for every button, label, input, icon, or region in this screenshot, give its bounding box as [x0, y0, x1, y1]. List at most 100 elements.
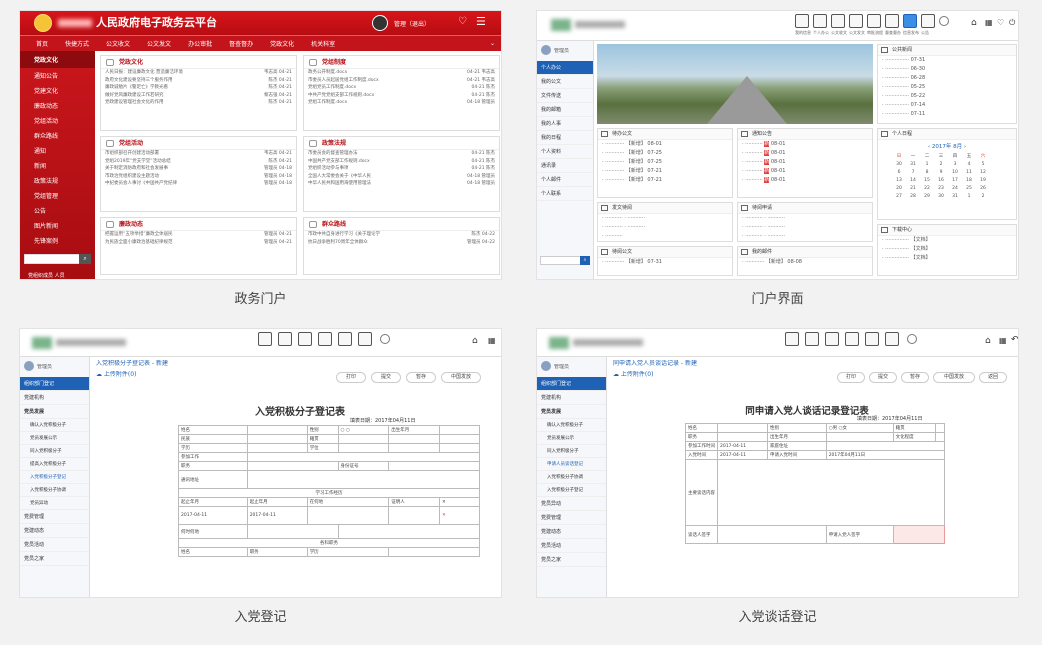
- sidebar-subitem[interactable]: 党员发展公示: [537, 432, 606, 445]
- add-icon[interactable]: [939, 16, 949, 26]
- sidebar-item[interactable]: 我的邮箱: [537, 103, 593, 117]
- date-input[interactable]: [388, 547, 480, 557]
- degree-input[interactable]: [337, 443, 390, 453]
- witness-input[interactable]: [388, 506, 440, 525]
- list-item[interactable]: 做好党风廉政建设工作若研究 黎志强 04-21: [101, 92, 296, 100]
- list-item[interactable]: 党组党员工作制度.docx 04-21 陈杰: [304, 84, 499, 92]
- sidebar-item[interactable]: 党员发展: [20, 405, 89, 419]
- submit-button[interactable]: 提交: [869, 372, 897, 383]
- start-date-input[interactable]: 2017-04-11: [178, 506, 248, 525]
- add-icon[interactable]: [380, 334, 390, 344]
- chat-icon[interactable]: [885, 14, 899, 28]
- user-icon[interactable]: [865, 332, 879, 346]
- send-icon[interactable]: [795, 14, 809, 28]
- home-icon[interactable]: ⌂: [971, 18, 977, 28]
- sidebar-item[interactable]: 党建动态: [20, 524, 89, 538]
- sidebar-item[interactable]: 公告: [20, 203, 95, 218]
- apply-date-input[interactable]: 2017年04月11日: [825, 450, 946, 460]
- sidebar-item[interactable]: 图片新闻: [20, 218, 95, 233]
- document-icon[interactable]: [278, 332, 292, 346]
- sidebar-item[interactable]: 政策法规: [20, 173, 95, 188]
- upload-attachment-link[interactable]: ☁ 上传附件(0): [96, 371, 136, 379]
- sidebar-item[interactable]: 通知: [20, 143, 95, 158]
- list-item[interactable]: 关于制定消防政府和社会发展事 管理员 04-18: [101, 165, 296, 173]
- education-input[interactable]: [246, 443, 308, 453]
- list-item[interactable]: 全国人大常委会关于《中华人民 04-18 管理员: [304, 173, 499, 181]
- sidebar-subitem[interactable]: 确认入党积极分子: [537, 419, 606, 432]
- native-place-input[interactable]: [337, 434, 390, 444]
- list-item[interactable]: 把握运用“五项举措”廉政全体居民 管理员 04-21: [101, 231, 296, 239]
- sidebar-item-org[interactable]: 组织部门登记: [20, 377, 89, 391]
- document-icon[interactable]: [298, 332, 312, 346]
- list-item[interactable]: 党政建设管理社会文化的作用 陈杰 04-21: [101, 99, 296, 107]
- join-date-input[interactable]: [246, 524, 339, 539]
- end-date-input[interactable]: 2017-04-11: [246, 506, 308, 525]
- issue-button[interactable]: 中国发放: [933, 372, 975, 383]
- post-input[interactable]: [246, 461, 339, 471]
- sidebar-item-org[interactable]: 组织部门登记: [537, 377, 606, 391]
- submit-button[interactable]: 提交: [371, 372, 401, 383]
- card-government-portal[interactable]: 人民政府电子政务云平台 管理（退出） ♡ ☰ 首页 快捷方式 公文收文 公文发文…: [19, 10, 502, 280]
- sidebar-subitem[interactable]: 提高入党积极分子: [20, 458, 89, 471]
- sidebar-item[interactable]: 个人资料: [537, 145, 593, 159]
- user-icon[interactable]: [813, 14, 827, 28]
- gender-radio[interactable]: ○男 ○女: [825, 423, 894, 433]
- list-item[interactable]: 中纪委员会人事讨《中国共产党纪律 管理员 04-18: [101, 180, 296, 188]
- address-textarea[interactable]: [246, 470, 481, 489]
- nav-offices[interactable]: 机关科室: [311, 39, 335, 48]
- grid-icon[interactable]: ▦: [488, 336, 496, 345]
- user-icon[interactable]: [338, 332, 352, 346]
- sidebar-item[interactable]: 党建文化: [20, 83, 95, 98]
- breadcrumb[interactable]: 入党积极分子登记表 - 新建: [96, 360, 168, 368]
- ethnicity-input[interactable]: [246, 434, 308, 444]
- sidebar-item[interactable]: 我的日程: [537, 131, 593, 145]
- interviewer-signature-input[interactable]: [717, 525, 827, 544]
- shield-icon[interactable]: [903, 14, 917, 28]
- sidebar-item[interactable]: 党建机构: [537, 391, 606, 405]
- document-icon[interactable]: [825, 332, 839, 346]
- remove-row-icon[interactable]: ✕: [439, 506, 480, 525]
- sidebar-item-office[interactable]: 个人办公: [537, 61, 593, 75]
- sidebar-subitem[interactable]: 同入党积极分子: [20, 445, 89, 458]
- name-input[interactable]: [246, 425, 308, 435]
- place-textarea[interactable]: [306, 506, 390, 525]
- sidebar-item[interactable]: 我的人事: [537, 117, 593, 131]
- sidebar-subitem-active[interactable]: 申请人员谈话登记: [537, 458, 606, 471]
- list-item[interactable]: 党组工作制度.docx 04-18 管理员: [304, 99, 499, 107]
- education-input[interactable]: [934, 432, 946, 442]
- flow-icon[interactable]: [845, 332, 859, 346]
- list-item[interactable]: 人民日报：建设廉政文化 营造廉洁环境 韦志高 04-21: [101, 69, 296, 77]
- sidebar-subitem[interactable]: 入党积极分子协调: [20, 484, 89, 497]
- id-number-input[interactable]: [388, 461, 480, 471]
- nav-supervise[interactable]: 督查督办: [229, 39, 253, 48]
- gender-radio[interactable]: ○ ○: [337, 425, 390, 435]
- globe-icon[interactable]: [921, 14, 935, 28]
- sidebar-item[interactable]: 廉政动态: [20, 98, 95, 113]
- home-icon[interactable]: ⌂: [472, 336, 478, 346]
- nav-shortcut[interactable]: 快捷方式: [65, 39, 89, 48]
- sidebar-item[interactable]: 通知公告: [20, 68, 95, 83]
- interview-content-textarea[interactable]: [717, 459, 945, 526]
- power-icon[interactable]: ⏻: [1009, 18, 1015, 28]
- nav-approval[interactable]: 办公审批: [188, 39, 212, 48]
- nav-send[interactable]: 公文发文: [147, 39, 171, 48]
- list-item[interactable]: 中华人民共和国用海使用管理法 04-18 管理员: [304, 180, 499, 188]
- sidebar-item[interactable]: 党费管理: [537, 511, 606, 525]
- save-draft-button[interactable]: 暂存: [406, 372, 436, 383]
- sidebar-item[interactable]: 党员异动: [537, 497, 606, 511]
- card-portal-interface[interactable]: 我的信息 个人办公 公文收文 公文发文 审批流程 督查督办 信息发布 公告 ⌂ …: [536, 10, 1019, 280]
- list-item[interactable]: 党组2019年“党支学堂”活动总结 陈杰 04-21: [101, 158, 296, 166]
- list-item[interactable]: 市委员会的督查管理办法 04-21 陈杰: [304, 150, 499, 158]
- sidebar-item[interactable]: 党费管理: [20, 510, 89, 524]
- sidebar-item[interactable]: 通讯录: [537, 159, 593, 173]
- flow-icon[interactable]: [867, 14, 881, 28]
- sidebar-subitem[interactable]: 同入党积极分子: [537, 445, 606, 458]
- name-input[interactable]: [717, 423, 768, 433]
- search-input[interactable]: ⌕: [540, 256, 590, 265]
- list-item[interactable]: 廉政诚勉片《警足亡》学教光看 陈杰 04-21: [101, 84, 296, 92]
- list-item[interactable]: 党组织活动参与事项 04-21 陈杰: [304, 165, 499, 173]
- home-icon[interactable]: ⌂: [985, 336, 991, 346]
- chevron-down-icon[interactable]: ⌄: [490, 40, 495, 47]
- nav-culture[interactable]: 党政文化: [270, 39, 294, 48]
- sidebar-item[interactable]: 党员活动: [537, 539, 606, 553]
